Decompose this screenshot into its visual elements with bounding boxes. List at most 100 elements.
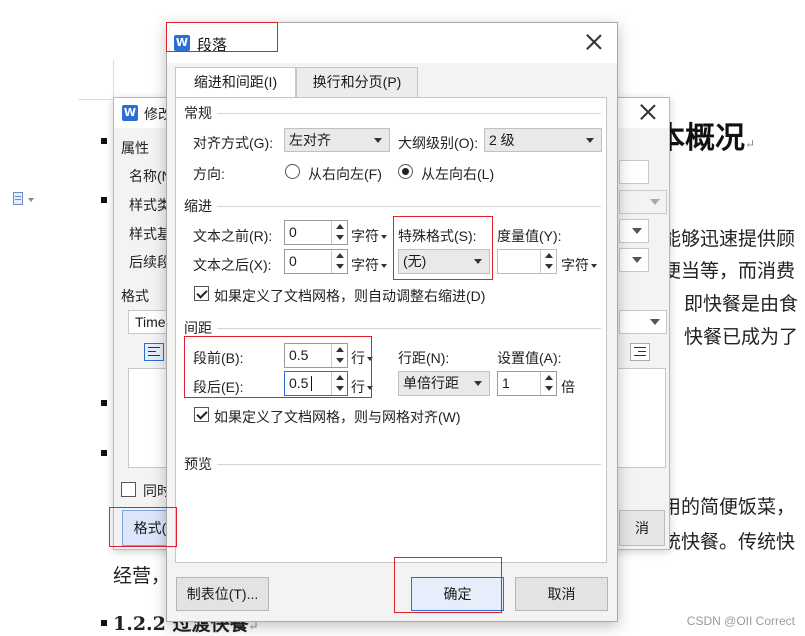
stepper-buttons[interactable] bbox=[331, 221, 347, 244]
stepper-buttons[interactable] bbox=[331, 344, 347, 367]
following-style-select[interactable] bbox=[619, 248, 649, 272]
space-after-label: 段后(E): bbox=[193, 379, 244, 395]
wps-app-icon: W bbox=[122, 105, 138, 121]
bullet bbox=[101, 197, 107, 203]
alignment-value: 左对齐 bbox=[289, 132, 331, 148]
font-size-select[interactable] bbox=[619, 310, 667, 334]
cancel-button[interactable]: 取消 bbox=[515, 577, 608, 611]
doc-line: 快餐已成为了 bbox=[684, 326, 799, 348]
arrow-up-icon bbox=[336, 224, 344, 229]
set-value-input[interactable]: 1 bbox=[497, 371, 557, 396]
doc-line: 便当等，而消费 bbox=[662, 260, 796, 282]
line-spacing-value: 单倍行距 bbox=[403, 375, 459, 391]
outline-level-label: 大纲级别(O): bbox=[398, 135, 479, 151]
doc-line: 用的简便饭菜， bbox=[662, 496, 796, 518]
stepper-buttons[interactable] bbox=[331, 250, 347, 273]
set-value-unit: 倍 bbox=[561, 379, 575, 395]
set-value-value: 1 bbox=[502, 375, 510, 391]
arrow-down-icon bbox=[336, 358, 344, 363]
dialog-title: 段落 bbox=[197, 37, 228, 54]
arrow-down-icon bbox=[336, 264, 344, 269]
style-type-select[interactable] bbox=[619, 190, 667, 214]
paragraph-dialog: W 段落 缩进和间距(I) 换行和分页(P) 常规 对齐方式(G): 左对齐 大… bbox=[166, 22, 618, 622]
snap-grid-checkbox[interactable] bbox=[194, 407, 209, 422]
arrow-up-icon bbox=[545, 253, 553, 258]
space-before-value: 0.5 bbox=[289, 347, 309, 363]
arrow-up-icon bbox=[336, 347, 344, 352]
close-icon[interactable] bbox=[637, 101, 659, 123]
arrow-down-icon bbox=[545, 264, 553, 269]
arrow-down-icon bbox=[545, 386, 553, 391]
line-spacing-label: 行距(N): bbox=[398, 350, 450, 366]
close-icon[interactable] bbox=[583, 31, 605, 53]
paragraph-nav-icon[interactable] bbox=[12, 191, 34, 207]
tab-stops-button[interactable]: 制表位(T)... bbox=[176, 577, 269, 611]
general-section-title: 常规 bbox=[184, 105, 212, 121]
name-input[interactable] bbox=[619, 160, 649, 184]
doc-line: 统快餐。传统快 bbox=[662, 531, 796, 553]
indent-section-title: 缩进 bbox=[184, 198, 212, 214]
doc-line: 经营， bbox=[113, 565, 171, 587]
arrow-down-icon bbox=[336, 235, 344, 240]
indent-after-unit[interactable]: 字符 bbox=[351, 255, 387, 275]
indent-after-input[interactable]: 0 bbox=[284, 249, 348, 274]
ltr-radio[interactable] bbox=[398, 164, 413, 179]
ok-button[interactable]: 确定 bbox=[411, 577, 504, 611]
alignment-label: 对齐方式(G): bbox=[193, 135, 274, 151]
outline-level-select[interactable]: 2 级 bbox=[484, 128, 602, 152]
space-before-label: 段前(B): bbox=[193, 350, 244, 366]
chevron-down-icon bbox=[374, 138, 382, 143]
outline-level-value: 2 级 bbox=[489, 132, 515, 148]
watermark: CSDN @OII Correct bbox=[686, 614, 795, 628]
bullet bbox=[101, 450, 107, 456]
arrow-up-icon bbox=[336, 375, 344, 380]
special-format-select[interactable]: (无) bbox=[398, 249, 490, 274]
align-left-icon[interactable] bbox=[144, 343, 164, 361]
indent-before-unit[interactable]: 字符 bbox=[351, 226, 387, 246]
style-base-select[interactable] bbox=[619, 219, 649, 243]
chevron-down-icon bbox=[586, 138, 594, 143]
alignment-select[interactable]: 左对齐 bbox=[284, 128, 390, 152]
line-spacing-select[interactable]: 单倍行距 bbox=[398, 371, 490, 396]
bullet bbox=[101, 620, 107, 626]
divider bbox=[217, 464, 601, 465]
doc-line: 即快餐是由食 bbox=[684, 293, 799, 315]
stepper-buttons[interactable] bbox=[540, 250, 556, 273]
style-base-label: 样式基 bbox=[129, 226, 171, 242]
tab-line-page-breaks[interactable]: 换行和分页(P) bbox=[296, 67, 418, 97]
measure-label: 度量值(Y): bbox=[497, 228, 562, 244]
spacing-section-title: 间距 bbox=[184, 320, 212, 336]
also-checkbox[interactable] bbox=[121, 482, 136, 497]
indent-before-input[interactable]: 0 bbox=[284, 220, 348, 245]
set-value-label: 设置值(A): bbox=[497, 350, 562, 366]
space-after-value: 0.5 bbox=[289, 375, 309, 391]
space-before-input[interactable]: 0.5 bbox=[284, 343, 348, 368]
space-after-unit[interactable]: 行 bbox=[351, 377, 373, 397]
arrow-up-icon bbox=[545, 375, 553, 380]
stepper-buttons[interactable] bbox=[540, 372, 556, 395]
tab-indent-spacing[interactable]: 缩进和间距(I) bbox=[175, 67, 296, 98]
stepper-buttons[interactable] bbox=[331, 372, 347, 395]
text-caret bbox=[311, 376, 312, 391]
indent-icon[interactable] bbox=[630, 343, 650, 361]
measure-unit[interactable]: 字符 bbox=[561, 255, 597, 275]
divider bbox=[217, 113, 601, 114]
special-format-value: (无) bbox=[403, 253, 427, 269]
modify-style-cancel-button[interactable]: 消 bbox=[619, 510, 665, 546]
dialog-titlebar: W 段落 bbox=[167, 23, 617, 63]
indent-after-value: 0 bbox=[289, 253, 297, 269]
style-type-label: 样式类 bbox=[129, 197, 171, 213]
special-format-label: 特殊格式(S): bbox=[398, 228, 477, 244]
measure-input[interactable] bbox=[497, 249, 557, 274]
bullet bbox=[101, 138, 107, 144]
arrow-up-icon bbox=[336, 253, 344, 258]
space-after-input[interactable]: 0.5 bbox=[284, 371, 348, 396]
following-style-label: 后续段 bbox=[129, 254, 171, 270]
font-select[interactable]: Time bbox=[128, 310, 168, 334]
indent-before-label: 文本之前(R): bbox=[193, 228, 273, 244]
doc-page-edge bbox=[113, 60, 114, 100]
rtl-radio[interactable] bbox=[285, 164, 300, 179]
auto-adjust-checkbox[interactable] bbox=[194, 286, 209, 301]
space-before-unit[interactable]: 行 bbox=[351, 348, 373, 368]
properties-label: 属性 bbox=[121, 140, 149, 156]
